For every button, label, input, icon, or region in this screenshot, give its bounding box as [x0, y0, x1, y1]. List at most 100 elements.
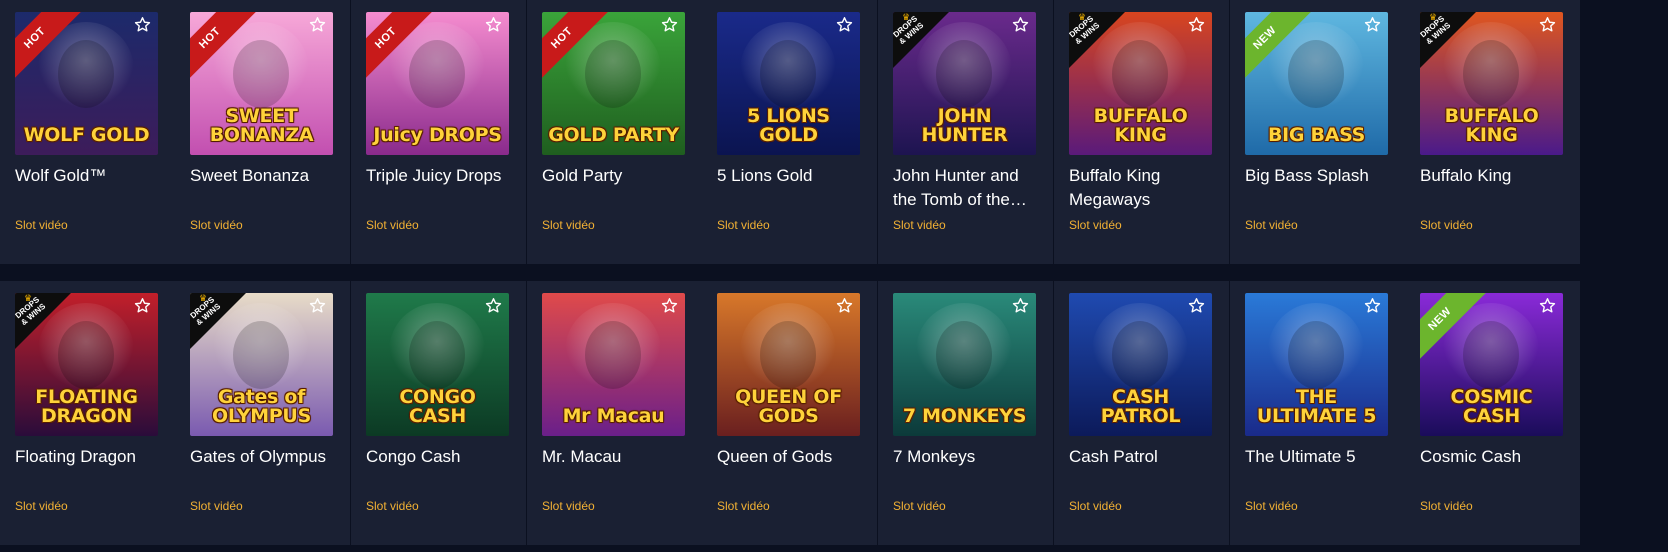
favorite-star-icon[interactable]	[485, 297, 502, 314]
game-type-label: Slot vidéo	[1069, 218, 1122, 232]
game-logo-text: 5 LIONS GOLD	[747, 105, 830, 146]
game-card-cosmic-cash[interactable]: COSMIC CASH NEW Cosmic Cash Slot vidéo	[1405, 281, 1580, 545]
game-type-label: Slot vidéo	[717, 499, 770, 513]
game-title[interactable]: Gold Party	[542, 164, 692, 188]
game-title[interactable]: Cosmic Cash	[1420, 445, 1570, 469]
game-thumbnail[interactable]: Gates of OLYMPUS ♛ DROPS & WINS	[190, 293, 333, 436]
game-type-label: Slot vidéo	[717, 218, 770, 232]
game-title[interactable]: Mr. Macau	[542, 445, 692, 469]
favorite-star-icon[interactable]	[134, 16, 151, 33]
game-logo-text: SWEET BONANZA	[209, 105, 314, 146]
game-card-5-lions-gold[interactable]: 5 LIONS GOLD 5 Lions Gold Slot vidéo	[702, 0, 877, 264]
favorite-star-icon[interactable]	[1364, 297, 1381, 314]
game-type-label: Slot vidéo	[366, 218, 419, 232]
game-type-label: Slot vidéo	[15, 218, 68, 232]
game-logo-text: BIG BASS	[1267, 124, 1366, 146]
game-title[interactable]: Queen of Gods	[717, 445, 867, 469]
game-logo-text: Juicy DROPS	[373, 124, 502, 146]
favorite-star-icon[interactable]	[485, 16, 502, 33]
favorite-star-icon[interactable]	[1364, 16, 1381, 33]
game-title[interactable]: Big Bass Splash	[1245, 164, 1395, 188]
game-thumbnail[interactable]: QUEEN OF GODS	[717, 293, 860, 436]
game-thumbnail[interactable]: Mr Macau	[542, 293, 685, 436]
game-title[interactable]: 5 Lions Gold	[717, 164, 867, 188]
game-logo-text: COSMIC CASH	[1450, 386, 1533, 427]
game-logo-text: THE ULTIMATE 5	[1256, 386, 1377, 427]
game-title[interactable]: Buffalo King Megaways	[1069, 164, 1219, 212]
game-card-gates-of-olympus[interactable]: Gates of OLYMPUS ♛ DROPS & WINS Gates of Ol…	[175, 281, 350, 545]
game-card-buffalo-king[interactable]: BUFFALO KING ♛ DROPS & WINS Buffalo King Slo…	[1405, 0, 1580, 264]
game-logo-text: FLOATING DRAGON	[35, 386, 138, 427]
favorite-star-icon[interactable]	[1188, 297, 1205, 314]
game-card-floating-dragon[interactable]: FLOATING DRAGON ♛ DROPS & WINS Floating Dra…	[0, 281, 175, 545]
game-title[interactable]: Wolf Gold™	[15, 164, 165, 188]
game-card-big-bass-splash[interactable]: BIG BASS NEW Big Bass Splash Slot vidéo	[1230, 0, 1405, 264]
game-thumbnail[interactable]: GOLD PARTY HOT	[542, 12, 685, 155]
favorite-star-icon[interactable]	[661, 297, 678, 314]
game-title[interactable]: Floating Dragon	[15, 445, 165, 469]
game-row: WOLF GOLD HOT Wolf Gold™ Slot vidéo SWEET BO…	[0, 0, 1668, 264]
game-thumbnail[interactable]: COSMIC CASH NEW	[1420, 293, 1563, 436]
favorite-star-icon[interactable]	[1539, 16, 1556, 33]
game-thumbnail[interactable]: THE ULTIMATE 5	[1245, 293, 1388, 436]
game-thumbnail[interactable]: Juicy DROPS HOT	[366, 12, 509, 155]
game-logo-text: BUFFALO KING	[1444, 105, 1539, 146]
game-title[interactable]: Cash Patrol	[1069, 445, 1219, 469]
game-thumbnail[interactable]: FLOATING DRAGON ♛ DROPS & WINS	[15, 293, 158, 436]
game-card-john-hunter-and-the-tomb-of-the[interactable]: JOHN HUNTER ♛ DROPS & WINS John Hunter and …	[878, 0, 1053, 264]
game-card-sweet-bonanza[interactable]: SWEET BONANZA HOT Sweet Bonanza Slot vidéo	[175, 0, 350, 264]
game-type-label: Slot vidéo	[190, 218, 243, 232]
favorite-star-icon[interactable]	[836, 16, 853, 33]
favorite-star-icon[interactable]	[1012, 297, 1029, 314]
game-thumbnail[interactable]: JOHN HUNTER ♛ DROPS & WINS	[893, 12, 1036, 155]
game-logo-text: CONGO CASH	[399, 386, 476, 427]
game-thumbnail[interactable]: BUFFALO KING ♛ DROPS & WINS	[1069, 12, 1212, 155]
game-thumbnail[interactable]: WOLF GOLD HOT	[15, 12, 158, 155]
game-logo-text: CASH PATROL	[1100, 386, 1181, 427]
game-type-label: Slot vidéo	[1420, 218, 1473, 232]
game-card-7-monkeys[interactable]: 7 MONKEYS 7 Monkeys Slot vidéo	[878, 281, 1053, 545]
game-thumbnail[interactable]: 5 LIONS GOLD	[717, 12, 860, 155]
favorite-star-icon[interactable]	[309, 297, 326, 314]
game-card-congo-cash[interactable]: CONGO CASH Congo Cash Slot vidéo	[351, 281, 526, 545]
game-logo-text: QUEEN OF GODS	[735, 386, 842, 427]
game-type-label: Slot vidéo	[542, 499, 595, 513]
game-thumbnail[interactable]: SWEET BONANZA HOT	[190, 12, 333, 155]
game-thumbnail[interactable]: BUFFALO KING ♛ DROPS & WINS	[1420, 12, 1563, 155]
game-type-label: Slot vidéo	[366, 499, 419, 513]
game-card-cash-patrol[interactable]: CASH PATROL Cash Patrol Slot vidéo	[1054, 281, 1229, 545]
game-card-triple-juicy-drops[interactable]: Juicy DROPS HOT Triple Juicy Drops Slot vid…	[351, 0, 526, 264]
game-logo-text: WOLF GOLD	[23, 124, 150, 146]
game-thumbnail[interactable]: CONGO CASH	[366, 293, 509, 436]
game-title[interactable]: Congo Cash	[366, 445, 516, 469]
game-card-the-ultimate-5[interactable]: THE ULTIMATE 5 The Ultimate 5 Slot vidéo	[1230, 281, 1405, 545]
game-thumbnail[interactable]: 7 MONKEYS	[893, 293, 1036, 436]
game-title[interactable]: 7 Monkeys	[893, 445, 1043, 469]
game-card-queen-of-gods[interactable]: QUEEN OF GODS Queen of Gods Slot vidéo	[702, 281, 877, 545]
game-title[interactable]: Gates of Olympus	[190, 445, 340, 469]
game-thumbnail[interactable]: CASH PATROL	[1069, 293, 1212, 436]
favorite-star-icon[interactable]	[134, 297, 151, 314]
favorite-star-icon[interactable]	[661, 16, 678, 33]
game-card-mr-macau[interactable]: Mr Macau Mr. Macau Slot vidéo	[527, 281, 702, 545]
game-thumbnail[interactable]: BIG BASS NEW	[1245, 12, 1388, 155]
game-grid: WOLF GOLD HOT Wolf Gold™ Slot vidéo SWEET BO…	[0, 0, 1668, 552]
favorite-star-icon[interactable]	[1539, 297, 1556, 314]
game-title[interactable]: Sweet Bonanza	[190, 164, 340, 188]
game-title[interactable]: Triple Juicy Drops	[366, 164, 516, 188]
game-title[interactable]: John Hunter and the Tomb of the…	[893, 164, 1043, 212]
game-type-label: Slot vidéo	[893, 499, 946, 513]
game-title[interactable]: The Ultimate 5	[1245, 445, 1395, 469]
game-logo-text: Gates of OLYMPUS	[212, 386, 311, 427]
game-card-gold-party[interactable]: GOLD PARTY HOT Gold Party Slot vidéo	[527, 0, 702, 264]
favorite-star-icon[interactable]	[1188, 16, 1205, 33]
game-type-label: Slot vidéo	[190, 499, 243, 513]
game-card-buffalo-king-megaways[interactable]: BUFFALO KING ♛ DROPS & WINS Buffalo King Me…	[1054, 0, 1229, 264]
favorite-star-icon[interactable]	[1012, 16, 1029, 33]
game-card-wolf-gold[interactable]: WOLF GOLD HOT Wolf Gold™ Slot vidéo	[0, 0, 175, 264]
game-type-label: Slot vidéo	[1069, 499, 1122, 513]
game-logo-text: 7 MONKEYS	[902, 405, 1027, 427]
game-title[interactable]: Buffalo King	[1420, 164, 1570, 188]
favorite-star-icon[interactable]	[309, 16, 326, 33]
favorite-star-icon[interactable]	[836, 297, 853, 314]
